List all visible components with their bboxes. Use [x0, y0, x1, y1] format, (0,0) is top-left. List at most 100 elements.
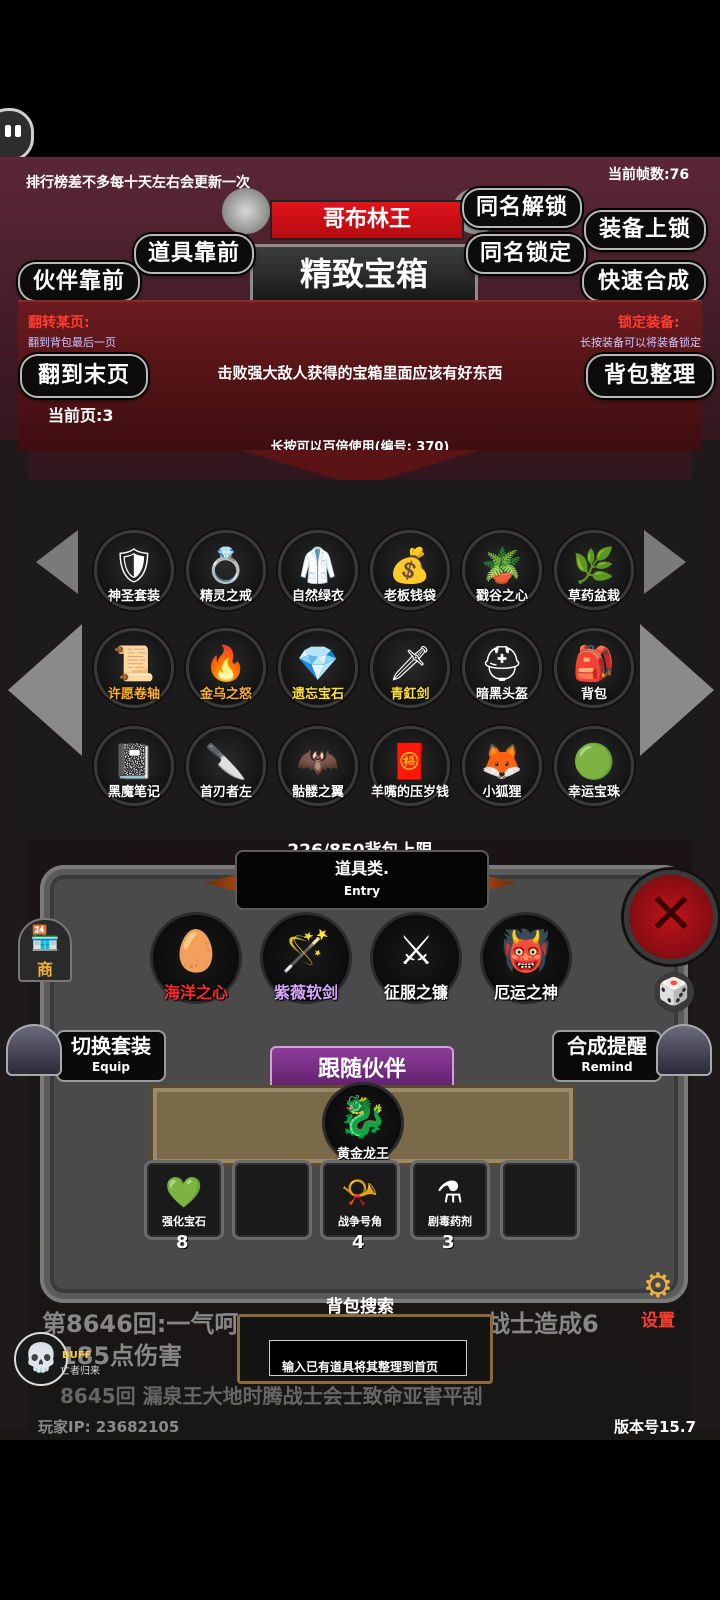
red-knight-icon: 👹: [501, 928, 551, 975]
lucky-orb-icon: 🟢: [572, 741, 616, 782]
close-button[interactable]: ✕: [624, 870, 718, 964]
prev-page-small-arrow[interactable]: [36, 530, 78, 594]
inventory-slot[interactable]: 💎 遗忘宝石: [278, 628, 358, 708]
quick-merge-button[interactable]: 快速合成: [582, 262, 706, 302]
version-label: 版本号15.7: [614, 1418, 697, 1436]
inventory-slot[interactable]: 🥼 自然绿衣: [278, 530, 358, 610]
prev-page-arrow[interactable]: [8, 624, 82, 756]
consumable-slot[interactable]: 💚 强化宝石: [144, 1160, 224, 1240]
item-name: 青釭剑: [390, 687, 430, 702]
battle-log-line1: 第8646回:一气呵: [42, 1310, 239, 1338]
remind-sub: Remind: [581, 1060, 633, 1074]
inventory-slot[interactable]: 💰 老板钱袋: [370, 530, 450, 610]
golden-dragon-icon: 🐉: [338, 1094, 388, 1141]
equipped-slot[interactable]: 👹 厄运之神: [480, 912, 572, 1004]
partner-front-button[interactable]: 伙伴靠前: [18, 262, 140, 302]
item-name: 首刃者左: [199, 785, 252, 800]
remind-button[interactable]: 合成提醒 Remind: [552, 1030, 662, 1082]
item-name: 小狐狸: [482, 785, 522, 800]
fire-bird-icon: 🔥: [204, 643, 248, 684]
item-name: 戳谷之心: [475, 589, 528, 604]
equip-lock-button[interactable]: 装备上锁: [584, 210, 706, 250]
items-front-button[interactable]: 道具靠前: [134, 234, 254, 274]
inventory-slot[interactable]: 🪴 戳谷之心: [462, 530, 542, 610]
inventory-slot[interactable]: 🦇 骷髅之翼: [278, 726, 358, 806]
consumable-name: 战争号角: [338, 1215, 382, 1228]
shop-label: 商: [36, 960, 53, 979]
ranking-note: 排行榜差不多每十天左右会更新一次: [26, 175, 250, 191]
inventory-slot[interactable]: 🗡 青釭剑: [370, 628, 450, 708]
shop-button[interactable]: 🏪 商: [18, 918, 72, 982]
green-gem-icon: 💚: [165, 1175, 203, 1211]
remind-label: 合成提醒: [567, 1034, 647, 1058]
next-page-arrow[interactable]: [640, 624, 714, 756]
item-name: 精灵之戒: [199, 589, 252, 604]
inventory-slot[interactable]: 🧧 羊嘴的压岁钱: [370, 726, 450, 806]
consumable-slot[interactable]: 📯 战争号角: [320, 1160, 400, 1240]
gear-icon: ⚙: [642, 1266, 674, 1306]
bag-sort-button[interactable]: 背包整理: [586, 354, 714, 398]
helmet-icon: ⛑: [480, 643, 524, 684]
inventory-slot[interactable]: 💍 精灵之戒: [186, 530, 266, 610]
lock-equip-hint: 长按装备可以将装备锁定: [580, 336, 701, 349]
money-bag-icon: 💰: [388, 545, 432, 586]
consumable-count: 4: [352, 1232, 365, 1253]
close-icon: ✕: [647, 882, 695, 947]
blade-icon: 🔪: [204, 741, 248, 782]
consumable-count: 3: [442, 1232, 455, 1253]
item-name: 背包: [580, 687, 607, 702]
same-name-lock-button[interactable]: 同名锁定: [466, 234, 586, 274]
equipped-slot[interactable]: 🪄 紫薇软剑: [260, 912, 352, 1004]
skull-ornament-left: [222, 188, 270, 234]
inventory-slot[interactable]: 🦊 小狐狸: [462, 726, 542, 806]
potted-herb-icon: 🌿: [572, 545, 616, 586]
empty-slot[interactable]: [500, 1160, 580, 1240]
settings-button[interactable]: ⚙ 设置: [628, 1266, 688, 1336]
equipped-name: 厄运之神: [493, 983, 558, 1002]
battle-log-line3: 8645回 漏泉王大地时腾战士会士致命亚害平刮: [60, 1384, 483, 1408]
inventory-slot[interactable]: 📜 许愿卷轴: [94, 628, 174, 708]
notebook-icon: 📓: [112, 741, 156, 782]
settings-label: 设置: [641, 1311, 675, 1331]
companion-slot[interactable]: 🐉 黄金龙王: [322, 1082, 404, 1164]
buff-label: BUFF: [62, 1350, 92, 1361]
equip-switch-button[interactable]: 切换套装 Equip: [56, 1030, 166, 1082]
next-page-small-arrow[interactable]: [644, 530, 686, 594]
bone-wings-icon: 🦇: [296, 741, 340, 782]
consumable-slot[interactable]: ⚗ 剧毒药剂: [410, 1160, 490, 1240]
item-name: 老板钱袋: [383, 589, 436, 604]
current-page: 当前页:3: [48, 406, 114, 425]
green-robe-icon: 🥼: [296, 545, 340, 586]
inventory-slot[interactable]: 🛡 神圣套装: [94, 530, 174, 610]
inventory-slot[interactable]: 🌿 草药盆栽: [554, 530, 634, 610]
red-envelope-icon: 🧧: [388, 741, 432, 782]
item-name: 神圣套装: [107, 589, 160, 604]
inventory-slot[interactable]: ⛑ 暗黑头盔: [462, 628, 542, 708]
inventory-slot[interactable]: 🔪 首刃者左: [186, 726, 266, 806]
buff-sub: 亡者归来: [60, 1366, 100, 1377]
crystal-icon: 💎: [296, 643, 340, 684]
sword-icon: 🗡: [388, 643, 432, 684]
equipped-slot[interactable]: 🥚 海洋之心: [150, 912, 242, 1004]
staff-icon: 🪄: [281, 928, 331, 975]
to-last-page-button[interactable]: 翻到末页: [20, 354, 148, 398]
dice-icon[interactable]: 🎲: [654, 972, 694, 1012]
buff-badge[interactable]: 💀: [14, 1332, 68, 1386]
search-hint: 输入已有道具将其整理到首页: [281, 1360, 438, 1374]
flip-page-label: 翻转某页:: [28, 315, 90, 331]
inventory-slot[interactable]: 🎒 背包: [554, 628, 634, 708]
ocean-heart-icon: 🥚: [171, 928, 221, 975]
same-name-unlock-button[interactable]: 同名解锁: [462, 188, 582, 228]
inventory-slot[interactable]: 🔥 金乌之怒: [186, 628, 266, 708]
empty-slot[interactable]: [232, 1160, 312, 1240]
category-title: 道具类.: [334, 859, 390, 878]
consumable-name: 强化宝石: [162, 1215, 206, 1228]
item-name: 金乌之怒: [199, 687, 252, 702]
inventory-slot[interactable]: 📓 黑魔笔记: [94, 726, 174, 806]
equipped-slot[interactable]: ⚔ 征服之镰: [370, 912, 462, 1004]
category-subtitle: Entry: [343, 884, 381, 898]
shop-icon: 🏪: [30, 924, 60, 952]
floating-assist-button[interactable]: [0, 108, 34, 162]
category-selector[interactable]: 道具类. Entry: [235, 850, 489, 910]
inventory-slot[interactable]: 🟢 幸运宝珠: [554, 726, 634, 806]
